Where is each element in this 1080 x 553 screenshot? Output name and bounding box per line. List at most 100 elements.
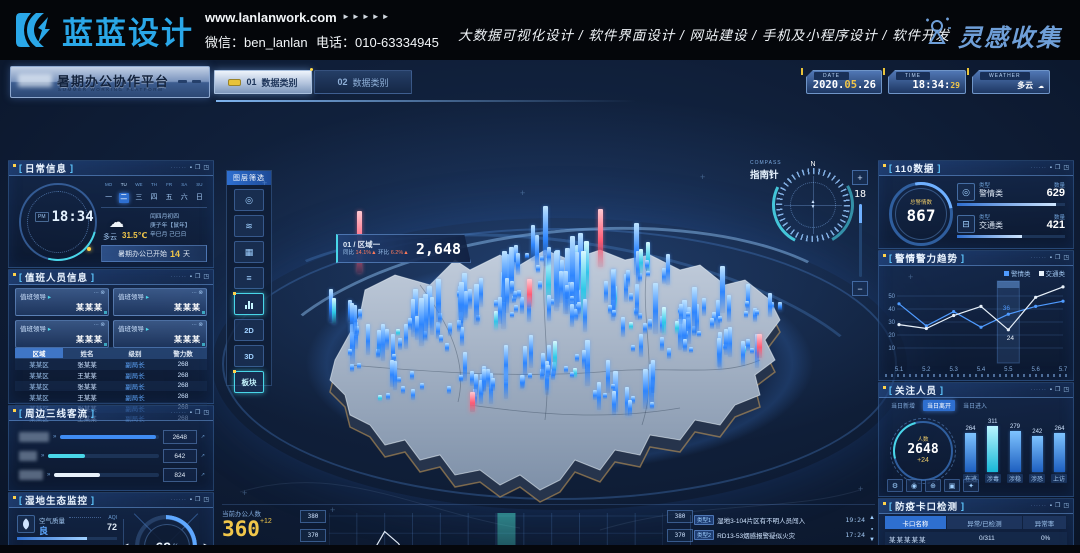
svg-text:30: 30 — [888, 320, 895, 326]
window-icon[interactable]: ❐ — [195, 410, 200, 416]
svg-text:5.5: 5.5 — [1004, 367, 1013, 373]
card-options-icon: ··· ⊗ — [191, 290, 203, 296]
expand-icon[interactable]: ◳ — [1063, 503, 1069, 509]
scroll-down-icon[interactable]: ▼ — [869, 537, 875, 543]
zoom-out-button[interactable]: − — [852, 281, 868, 296]
focus-filter-icon[interactable]: ✦ — [963, 479, 979, 492]
window-icon[interactable]: ❐ — [1055, 165, 1060, 171]
gauge-left-arrow[interactable]: ◀ — [123, 542, 128, 550]
office-trend-chart: 380370360350340 380370360350340 02468101… — [300, 510, 692, 553]
layer-button-plate-icon[interactable]: 板块 — [234, 371, 264, 393]
week-day: SU日 — [192, 180, 207, 206]
weather-value: 多云 ☁ — [1017, 80, 1044, 91]
scroll-up-icon[interactable]: ▲ — [869, 515, 875, 521]
panel-alert-trend: [警情警力趋势]······▪❐◳ 警情类 交通类 10203040503624… — [878, 250, 1074, 381]
window-icon[interactable]: ❐ — [1055, 255, 1060, 261]
window-icon[interactable]: ❐ — [1055, 503, 1060, 509]
pin-icon[interactable]: ▪ — [1050, 503, 1052, 509]
today-data-button[interactable]: 今日数据 — [222, 546, 296, 553]
expand-icon[interactable]: ◳ — [203, 274, 209, 280]
duty-card[interactable]: 值班领导 ▸··· ⊗某某某 — [113, 288, 207, 316]
screen: 蓝蓝设计 www.lanlanwork.com ►►►►► 微信：ben_lan… — [0, 0, 1080, 553]
flow-value: 824 — [163, 468, 197, 482]
svg-text:5.1: 5.1 — [895, 367, 904, 373]
bg-cross-decoration: + — [520, 188, 525, 198]
lunar-calendar: 闰四月初四 庚子年【鼠年】 辛巳月 己巳日 — [150, 213, 191, 240]
weather-plate: WEATHER 多云 ☁ — [972, 70, 1050, 94]
redacted-label — [19, 432, 49, 442]
site-url[interactable]: www.lanlanwork.com — [205, 10, 337, 25]
focus-tab[interactable]: 当日进入 — [959, 400, 991, 411]
focus-filter-icon[interactable]: ▣ — [944, 479, 960, 492]
expand-icon[interactable]: ◳ — [203, 497, 209, 503]
weather-condition: 多云 — [103, 232, 117, 242]
expand-icon[interactable]: ◳ — [1063, 255, 1069, 261]
redacted-label — [19, 451, 37, 461]
layer-button-bar-chart-icon[interactable] — [234, 293, 264, 315]
window-icon[interactable]: ❐ — [195, 165, 200, 171]
checkpoint-header-cell[interactable]: 卡口名称 — [885, 516, 946, 529]
bg-cross-decoration: + — [242, 488, 247, 498]
alarm-row[interactable]: 类型1湿地3-104片区有不明人员闯入19:24 — [694, 512, 875, 527]
duty-card[interactable]: 值班领导 ▸··· ⊗某某某 — [15, 320, 109, 348]
duty-card[interactable]: 值班领导 ▸··· ⊗某某某 — [15, 288, 109, 316]
total-alerts-gauge: 总警情数 867 — [889, 182, 953, 246]
tab-corner-dot — [310, 68, 313, 71]
services-text: 大数据可视化设计 / 软件界面设计 / 网站建设 / 手机及小程序设计 / 软件… — [458, 24, 950, 44]
focus-filter-icon[interactable]: ⊕ — [925, 479, 941, 492]
layer-button-list-icon[interactable]: ≡ — [234, 267, 264, 289]
pin-icon[interactable]: ▪ — [1050, 387, 1052, 393]
phone-contact: 电话：010-63334945 — [316, 32, 439, 51]
window-icon[interactable]: ❐ — [1055, 387, 1060, 393]
scroll-dot-icon[interactable]: ● — [871, 526, 873, 532]
alarm-row[interactable]: 类型2RD13-53烟感报警疑似火灾17:24 — [694, 527, 875, 542]
svg-text:5.7: 5.7 — [1059, 367, 1068, 373]
expand-icon[interactable]: ◳ — [1063, 387, 1069, 393]
pin-icon[interactable]: ▪ — [1050, 255, 1052, 261]
tab-data-category-2[interactable]: 02数据类别 — [314, 70, 412, 94]
pin-icon[interactable]: ▪ — [190, 274, 192, 280]
expand-icon[interactable]: ◳ — [203, 410, 209, 416]
focus-filter-icon[interactable]: ◉ — [906, 479, 922, 492]
panel-focus-persons: [关注人员]······▪❐◳ 当日新增当日离开当日进入 人数 2648 +24… — [878, 382, 1074, 497]
tab-data-category-1[interactable]: 01数据类别 — [214, 70, 312, 94]
layer-button-district-icon[interactable]: ▦ — [234, 241, 264, 263]
week-day: WE三 — [131, 180, 146, 206]
focus-tab[interactable]: 当日离开 — [923, 400, 955, 411]
focus-bar: 311 — [985, 415, 1000, 472]
window-icon[interactable]: ❐ — [195, 497, 200, 503]
layer-button-pin-icon[interactable]: ◎ — [234, 189, 264, 211]
checkpoint-header-cell[interactable]: 异常率 — [1023, 516, 1066, 529]
pin-icon[interactable]: ▪ — [1050, 165, 1052, 171]
flow-value: 642 — [163, 449, 197, 463]
redacted-label — [19, 470, 43, 480]
zoom-in-button[interactable]: + — [852, 170, 868, 185]
office-line-chart — [329, 513, 663, 553]
trend-line-chart: 102030405036245.15.25.35.45.55.65.7 — [883, 277, 1069, 373]
gauge-right-arrow[interactable]: ▶ — [204, 542, 209, 550]
redacted-block — [18, 74, 52, 87]
focus-bar: 264 — [963, 415, 978, 472]
pin-icon[interactable]: ▪ — [190, 497, 192, 503]
layer-button-signal-icon[interactable]: ≋ — [234, 215, 264, 237]
svg-text:5.6: 5.6 — [1031, 367, 1040, 373]
checkpoint-header-cell[interactable]: 异常/已检测 — [947, 516, 1022, 529]
layer-button-3d-icon[interactable]: 3D — [234, 345, 264, 367]
focus-filter-icon[interactable]: ⚙ — [887, 479, 903, 492]
focus-tab[interactable]: 当日新增 — [887, 400, 919, 411]
pin-icon[interactable]: ▪ — [190, 165, 192, 171]
bg-cross-decoration: + — [262, 178, 267, 188]
alarm-row[interactable]: 类型4某路口有小汽车连闯三个红灯19:24 — [694, 542, 875, 553]
traffic-icon: ⊟ — [957, 215, 975, 233]
traffic-type-item: ⊟ 类型 交通类 数量 421 — [957, 213, 1065, 243]
duty-card[interactable]: 值班领导 ▸··· ⊗某某某 — [113, 320, 207, 348]
window-icon[interactable]: ❐ — [195, 274, 200, 280]
expand-icon[interactable]: ◳ — [203, 165, 209, 171]
layer-button-2d-icon[interactable]: 2D — [234, 319, 264, 341]
plate-dash — [178, 80, 187, 83]
expand-icon[interactable]: ◳ — [1063, 165, 1069, 171]
table-row: 某某区张某某副局长268 — [15, 381, 207, 392]
zoom-slider[interactable] — [859, 204, 862, 277]
pin-icon[interactable]: ▪ — [190, 410, 192, 416]
duty-cards: 值班领导 ▸··· ⊗某某某 值班领导 ▸··· ⊗某某某 值班领导 ▸··· … — [15, 288, 207, 348]
